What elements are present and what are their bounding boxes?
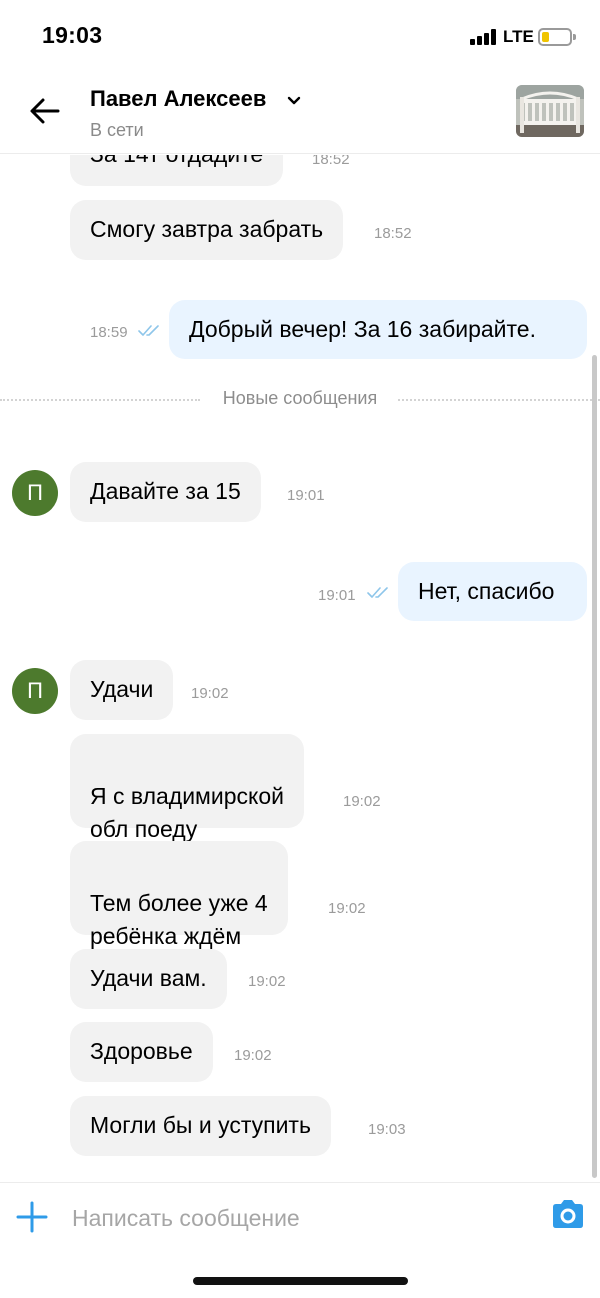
message-time: 19:02 bbox=[343, 793, 381, 810]
message-time: 19:02 bbox=[234, 1047, 272, 1064]
chevron-down-icon[interactable] bbox=[286, 94, 302, 108]
message-time: 19:01 bbox=[287, 487, 325, 504]
message-text: Я с владимирской обл поеду bbox=[90, 783, 284, 842]
message-text: Удачи вам. bbox=[90, 965, 207, 991]
message-bubble-incoming[interactable]: Удачи bbox=[70, 660, 174, 720]
home-indicator[interactable] bbox=[193, 1277, 408, 1285]
read-receipt-icon bbox=[367, 587, 388, 598]
message-bubble-incoming[interactable]: Могли бы и уступить bbox=[70, 1096, 331, 1156]
message-time: 18:59 bbox=[90, 324, 128, 341]
message-time: 19:02 bbox=[248, 973, 286, 990]
status-time: 19:03 bbox=[42, 22, 103, 48]
message-bubble-incoming[interactable]: Я с владимирской обл поеду bbox=[70, 734, 304, 842]
message-time: 19:02 bbox=[191, 685, 229, 702]
message-bubble-incoming[interactable]: За 14т отдадите bbox=[70, 155, 284, 186]
message-bubble-incoming[interactable]: Давайте за 15 bbox=[70, 462, 261, 522]
message-time: 18:52 bbox=[374, 225, 412, 242]
battery-icon bbox=[538, 28, 576, 46]
message-bubble-incoming[interactable]: Смогу завтра забрать bbox=[70, 200, 344, 260]
contact-name[interactable]: Павел Алексеев bbox=[90, 86, 266, 112]
camera-icon[interactable] bbox=[550, 1198, 586, 1230]
message-text: Здоровье bbox=[90, 1038, 193, 1064]
message-time: 19:02 bbox=[328, 900, 366, 917]
message-text: Удачи bbox=[90, 676, 154, 702]
message-bubble-outgoing[interactable]: Нет, спасибо bbox=[398, 562, 587, 621]
scrollbar[interactable] bbox=[592, 355, 597, 1178]
message-input[interactable] bbox=[72, 1201, 532, 1235]
message-text: Тем более уже 4 ребёнка ждём bbox=[90, 890, 268, 949]
message-text: Давайте за 15 bbox=[90, 478, 241, 504]
message-bubble-outgoing[interactable]: Добрый вечер! За 16 забирайте. bbox=[169, 300, 587, 359]
avatar[interactable]: П bbox=[12, 668, 58, 714]
message-text: За 14т отдадите bbox=[90, 155, 263, 167]
status-bar: 19:03 LTE bbox=[0, 0, 600, 74]
contact-status: В сети bbox=[90, 120, 144, 140]
message-bubble-incoming[interactable]: Здоровье bbox=[70, 1022, 213, 1082]
signal-strength-icon bbox=[470, 29, 496, 45]
plus-icon[interactable] bbox=[16, 1201, 48, 1233]
chat-header: Павел Алексеев В сети bbox=[0, 74, 600, 154]
network-type: LTE bbox=[503, 27, 534, 46]
listing-thumbnail[interactable] bbox=[516, 85, 584, 137]
message-bubble-incoming[interactable]: Тем более уже 4 ребёнка ждём bbox=[70, 841, 288, 949]
message-list[interactable]: За 14т отдадите 18:52 Смогу завтра забра… bbox=[0, 155, 600, 1182]
new-messages-divider: Новые сообщения bbox=[0, 386, 600, 414]
arrow-left-icon[interactable] bbox=[28, 94, 62, 128]
message-text: Смогу завтра забрать bbox=[90, 216, 324, 242]
message-text: Добрый вечер! За 16 забирайте. bbox=[189, 316, 536, 342]
message-composer bbox=[0, 1182, 600, 1252]
message-text: Могли бы и уступить bbox=[90, 1112, 311, 1138]
message-time: 18:52 bbox=[312, 155, 350, 168]
message-time: 19:01 bbox=[318, 587, 356, 604]
message-bubble-incoming[interactable]: Удачи вам. bbox=[70, 949, 227, 1009]
message-time: 19:03 bbox=[368, 1121, 406, 1138]
read-receipt-icon bbox=[138, 325, 159, 336]
message-text: Нет, спасибо bbox=[418, 578, 555, 604]
avatar[interactable]: П bbox=[12, 470, 58, 516]
